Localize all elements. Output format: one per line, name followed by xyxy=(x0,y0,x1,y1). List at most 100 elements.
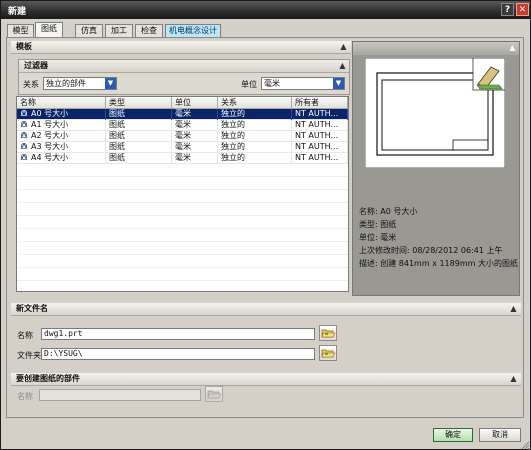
table-row[interactable]: A4 号大小 图纸 毫米 独立的 NT AUTH... xyxy=(17,153,348,164)
new-filename-title: 新文件名 xyxy=(16,304,48,313)
browse-name-button[interactable] xyxy=(319,325,337,341)
collapse-icon[interactable]: ▲ xyxy=(508,304,519,315)
empty-row xyxy=(17,216,348,229)
filter-header[interactable]: 过滤器 ▲ xyxy=(19,60,349,73)
filter-group: 过滤器 ▲ 关系 独立的部件 ▼ 单位 毫米 ▼ xyxy=(18,59,350,95)
close-icon: ✕ xyxy=(518,5,527,15)
tab-manufacturing[interactable]: 加工 xyxy=(105,24,133,37)
drawing-template-icon xyxy=(20,121,28,128)
row-unit: 毫米 xyxy=(172,153,218,164)
relation-value: 独立的部件 xyxy=(46,79,86,88)
row-relation: 独立的 xyxy=(218,142,292,153)
table-row[interactable]: A3 号大小 图纸 毫米 独立的 NT AUTH... xyxy=(17,142,348,153)
row-type: 图纸 xyxy=(106,153,172,164)
new-filename-section: 新文件名 ▲ 名称 dwg1.prt 文件夹 D:\YSUG\ xyxy=(11,303,521,371)
unit-select[interactable]: 毫米 ▼ xyxy=(261,77,345,90)
folder-label: 文件夹 xyxy=(17,351,41,360)
row-name: A2 号大小 xyxy=(31,131,69,140)
dialog-title: 新建 xyxy=(8,7,27,17)
create-part-header[interactable]: 要创建图纸的部件 ▲ xyxy=(11,373,521,386)
drawing-template-icon xyxy=(20,110,28,117)
template-table: 名称 类型 单位 关系 所有者 A0 号大小 图纸 毫米 独立的 NT AUTH… xyxy=(16,96,349,292)
table-row[interactable]: A0 号大小 图纸 毫米 独立的 NT AUTH... xyxy=(17,109,348,120)
relation-select[interactable]: 独立的部件 ▼ xyxy=(43,77,117,90)
help-button[interactable]: ? xyxy=(501,3,514,16)
drawing-preview-image xyxy=(365,58,505,168)
empty-row xyxy=(17,190,348,203)
tab-inspection[interactable]: 检查 xyxy=(135,24,163,37)
collapse-icon[interactable]: ▲ xyxy=(508,374,519,385)
new-filename-header[interactable]: 新文件名 ▲ xyxy=(11,303,521,316)
column-header-unit[interactable]: 单位 xyxy=(172,97,218,109)
empty-row xyxy=(17,177,348,190)
row-relation: 独立的 xyxy=(218,109,292,120)
ok-button[interactable]: 确定 xyxy=(433,428,473,442)
row-type: 图纸 xyxy=(106,120,172,131)
empty-row xyxy=(17,203,348,216)
empty-row xyxy=(17,255,348,268)
row-type: 图纸 xyxy=(106,142,172,153)
resize-grip-icon[interactable] xyxy=(520,440,530,450)
collapse-icon[interactable]: ▲ xyxy=(507,43,518,54)
table-row[interactable]: A2 号大小 图纸 毫米 独立的 NT AUTH... xyxy=(17,131,348,142)
help-icon: ? xyxy=(504,5,511,15)
filter-title: 过滤器 xyxy=(24,61,48,70)
empty-row xyxy=(17,242,348,255)
row-unit: 毫米 xyxy=(172,120,218,131)
table-row[interactable]: A1 号大小 图纸 毫米 独立的 NT AUTH... xyxy=(17,120,348,131)
filename-label: 名称 xyxy=(17,331,33,340)
row-type: 图纸 xyxy=(106,109,172,120)
row-relation: 独立的 xyxy=(218,131,292,142)
unit-value: 毫米 xyxy=(264,79,280,88)
column-header-name[interactable]: 名称 xyxy=(17,97,106,109)
template-section: 模板 ▲ 过滤器 ▲ 关系 独立的部件 ▼ 单位 毫米 ▼ 名称 类型 单位 关… xyxy=(11,41,351,296)
chevron-down-icon[interactable]: ▼ xyxy=(105,78,116,89)
detail-name-value: A0 号大小 xyxy=(380,207,418,216)
row-unit: 毫米 xyxy=(172,131,218,142)
detail-desc-value: 创建 841mm x 1189mm 大小的图纸 xyxy=(380,259,518,268)
relation-label: 关系 xyxy=(23,80,39,89)
folder-open-icon xyxy=(207,390,222,399)
browse-folder-button[interactable] xyxy=(319,345,337,361)
close-button[interactable]: ✕ xyxy=(516,3,529,16)
row-relation: 独立的 xyxy=(218,120,292,131)
row-name: A4 号大小 xyxy=(31,153,69,162)
column-header-type[interactable]: 类型 xyxy=(106,97,172,109)
row-unit: 毫米 xyxy=(172,142,218,153)
drawing-template-icon xyxy=(20,132,28,139)
collapse-icon[interactable]: ▲ xyxy=(337,61,348,72)
tab-drawing[interactable]: 图纸 xyxy=(35,22,63,38)
part-name-label: 名称 xyxy=(17,392,33,401)
detail-desc-label: 描述: xyxy=(359,259,378,268)
drawing-template-icon xyxy=(20,154,28,161)
part-name-input xyxy=(39,389,201,401)
create-part-section: 要创建图纸的部件 ▲ 名称 xyxy=(11,373,521,413)
column-header-relation[interactable]: 关系 xyxy=(218,97,292,109)
template-section-header[interactable]: 模板 ▲ xyxy=(11,41,351,54)
browse-part-button xyxy=(205,386,223,402)
detail-type-label: 类型: xyxy=(359,220,378,229)
detail-modified-label: 上次修改时间: xyxy=(359,246,410,255)
folder-open-icon xyxy=(321,329,336,338)
detail-type-value: 图纸 xyxy=(380,220,397,229)
filename-input[interactable]: dwg1.prt xyxy=(41,328,315,340)
tab-model[interactable]: 模型 xyxy=(7,24,34,37)
collapse-icon[interactable]: ▲ xyxy=(338,42,349,53)
row-owner: NT AUTH... xyxy=(292,131,348,142)
detail-unit-label: 单位: xyxy=(359,233,378,242)
row-type: 图纸 xyxy=(106,131,172,142)
tab-mechatronics[interactable]: 机电概念设计 xyxy=(165,24,221,37)
template-section-title: 模板 xyxy=(16,42,32,51)
folder-open-icon xyxy=(321,349,336,358)
cancel-button[interactable]: 取消 xyxy=(479,428,521,442)
row-relation: 独立的 xyxy=(218,153,292,164)
empty-row xyxy=(17,164,348,177)
detail-name-label: 名称: xyxy=(359,207,378,216)
row-owner: NT AUTH... xyxy=(292,153,348,164)
create-part-title: 要创建图纸的部件 xyxy=(16,374,80,383)
folder-input[interactable]: D:\YSUG\ xyxy=(41,348,315,360)
row-owner: NT AUTH... xyxy=(292,109,348,120)
chevron-down-icon[interactable]: ▼ xyxy=(333,78,344,89)
column-header-owner[interactable]: 所有者 xyxy=(292,97,348,109)
tab-simulation[interactable]: 仿真 xyxy=(75,24,103,37)
